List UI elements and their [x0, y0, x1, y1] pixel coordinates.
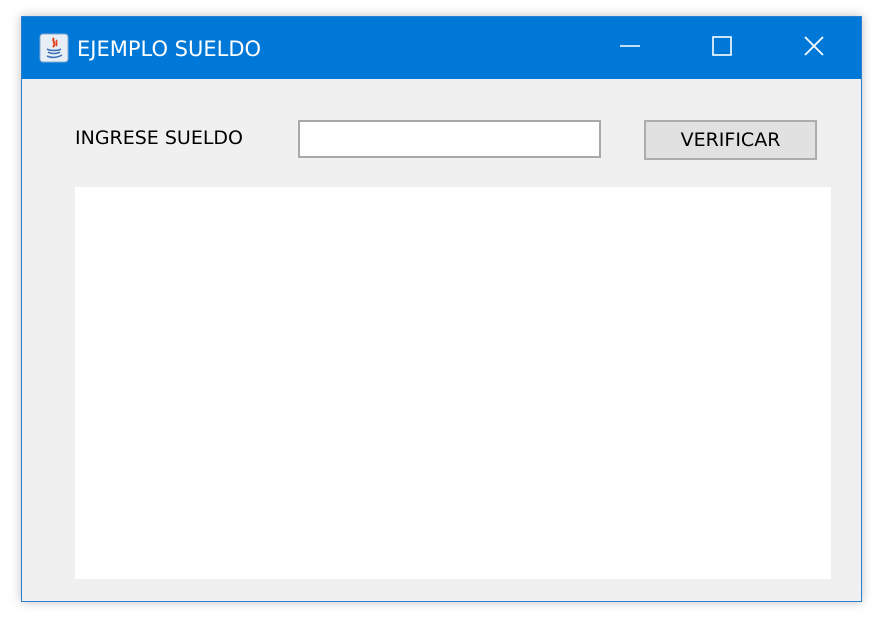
minimize-button[interactable] [584, 17, 676, 79]
minimize-icon [619, 35, 641, 61]
window-title: EJEMPLO SUELDO [77, 37, 262, 61]
app-window: EJEMPLO SUELDO INGRESE SUELDO VERIFICAR [21, 16, 862, 602]
sueldo-label: INGRESE SUELDO [75, 127, 243, 149]
maximize-button[interactable] [676, 17, 768, 79]
output-textarea[interactable] [75, 187, 831, 579]
verify-button[interactable]: VERIFICAR [644, 120, 817, 160]
close-button[interactable] [768, 17, 860, 79]
java-icon[interactable] [39, 33, 69, 63]
close-icon [803, 35, 825, 61]
maximize-icon [711, 35, 733, 61]
sueldo-input[interactable] [298, 120, 601, 158]
title-bar[interactable]: EJEMPLO SUELDO [22, 17, 861, 79]
